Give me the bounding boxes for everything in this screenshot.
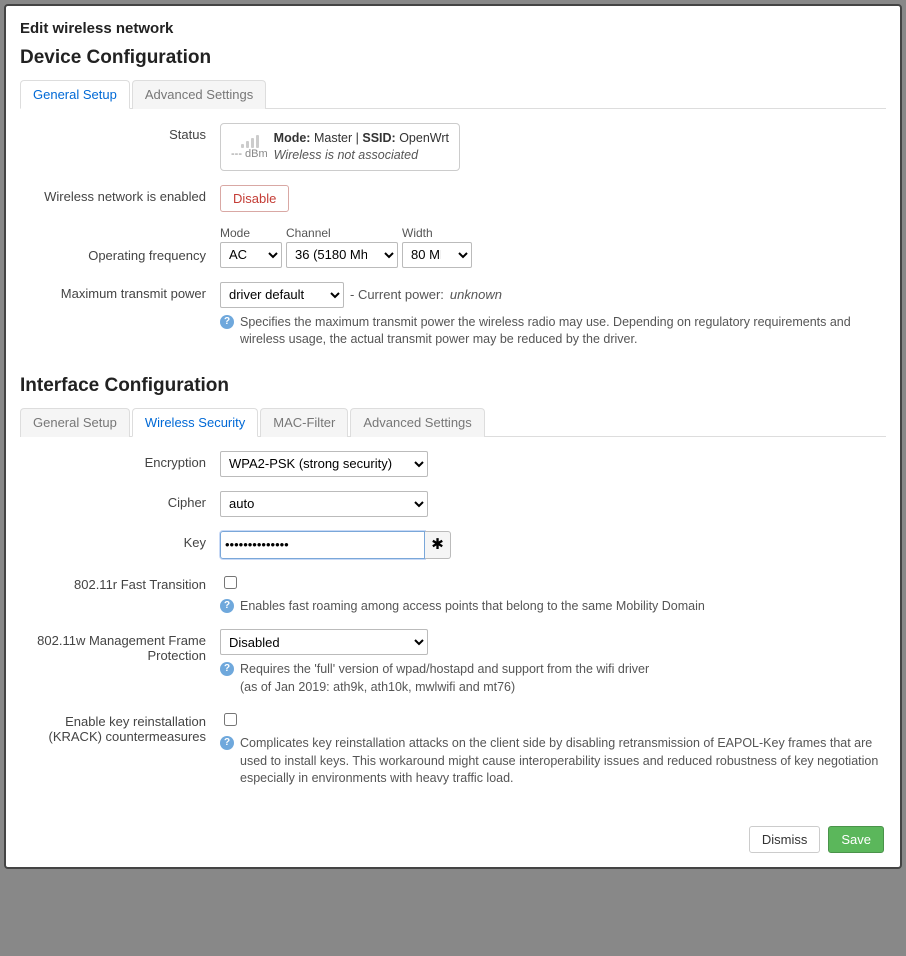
edit-wireless-modal: Edit wireless network Device Configurati… [4,4,902,869]
status-mode-value: Master [314,131,352,145]
tab-device-advanced[interactable]: Advanced Settings [132,80,266,109]
status-label: Status [20,123,220,142]
help-icon: ? [220,315,234,329]
tab-device-general[interactable]: General Setup [20,80,130,109]
max-power-label: Maximum transmit power [20,282,220,301]
freq-mode-select[interactable]: AC [220,242,282,268]
asterisk-icon: ✱ [431,536,444,553]
mfp-select[interactable]: Disabled [220,629,428,655]
freq-mode-label: Mode [220,226,282,240]
tab-iface-general[interactable]: General Setup [20,408,130,437]
help-icon: ? [220,599,234,613]
current-power-value: unknown [450,287,502,302]
device-tabs: General Setup Advanced Settings [20,79,886,109]
save-button[interactable]: Save [828,826,884,853]
modal-footer: Dismiss Save [20,818,886,857]
status-box: --- dBm Mode: Master | SSID: OpenWrt Wir… [220,123,460,171]
cipher-select[interactable]: auto [220,491,428,517]
tab-iface-security[interactable]: Wireless Security [132,408,258,437]
status-ssid-label: SSID: [362,131,395,145]
modal-title: Edit wireless network [20,20,886,37]
krack-label: Enable key reinstallation (KRACK) counte… [20,710,220,744]
freq-width-select[interactable]: 80 MHz [402,242,472,268]
mfp-label: 802.11w Management Frame Protection [20,629,220,663]
status-not-associated: Wireless is not associated [274,147,449,164]
ft-label: 802.11r Fast Transition [20,573,220,592]
key-label: Key [20,531,220,550]
encryption-select[interactable]: WPA2-PSK (strong security) [220,451,428,477]
freq-width-label: Width [402,226,472,240]
tab-iface-mac[interactable]: MAC-Filter [260,408,348,437]
ft-help: Enables fast roaming among access points… [240,598,705,616]
wireless-enabled-label: Wireless network is enabled [20,185,220,204]
current-power-prefix: - Current power: [350,287,444,302]
freq-channel-label: Channel [286,226,398,240]
disable-button[interactable]: Disable [220,185,289,212]
mfp-help-line2: (as of Jan 2019: ath9k, ath10k, mwlwifi … [240,680,515,694]
freq-channel-select[interactable]: 36 (5180 Mhz) [286,242,398,268]
krack-help: Complicates key reinstallation attacks o… [240,735,886,788]
help-icon: ? [220,662,234,676]
iface-config-heading: Interface Configuration [20,375,886,397]
key-reveal-button[interactable]: ✱ [425,531,451,559]
max-power-help: Specifies the maximum transmit power the… [240,314,886,349]
signal-icon [241,134,259,148]
dismiss-button[interactable]: Dismiss [749,826,821,853]
device-config-heading: Device Configuration [20,47,886,69]
help-icon: ? [220,736,234,750]
status-dbm: --- dBm [231,148,268,160]
encryption-label: Encryption [20,451,220,470]
iface-tabs: General Setup Wireless Security MAC-Filt… [20,407,886,437]
status-mode-label: Mode: [274,131,311,145]
ft-checkbox[interactable] [224,576,237,589]
status-ssid-value: OpenWrt [399,131,449,145]
key-input[interactable] [220,531,425,559]
max-power-select[interactable]: driver default [220,282,344,308]
krack-checkbox[interactable] [224,713,237,726]
cipher-label: Cipher [20,491,220,510]
operating-frequency-label: Operating frequency [20,226,220,263]
mfp-help-line1: Requires the 'full' version of wpad/host… [240,662,649,676]
tab-iface-advanced[interactable]: Advanced Settings [350,408,484,437]
